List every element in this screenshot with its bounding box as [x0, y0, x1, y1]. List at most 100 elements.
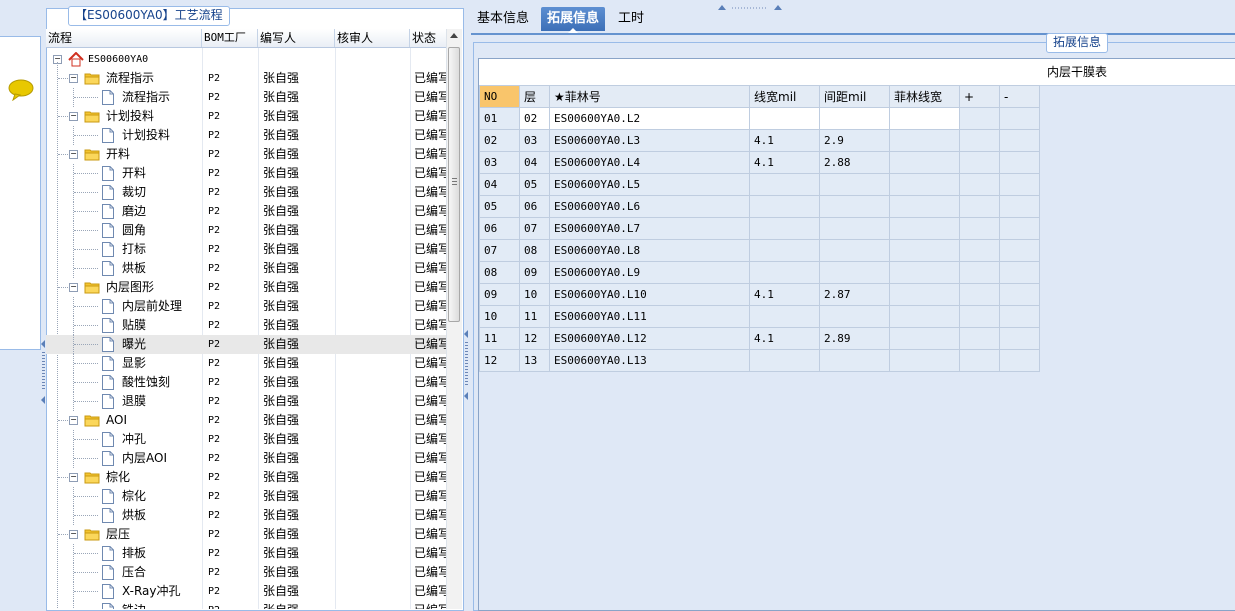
cell-minus[interactable] — [999, 173, 1040, 196]
tree-folder-row[interactable]: − 棕化 P2 张自强 已编写 — [46, 468, 446, 487]
cell-minus[interactable] — [999, 349, 1040, 372]
cell-minus[interactable] — [999, 107, 1040, 130]
tree-scrollbar[interactable] — [446, 29, 462, 609]
tree-node[interactable]: − 开料 — [46, 145, 201, 164]
cell-spacing[interactable]: 2.87 — [819, 283, 890, 306]
cell-minus[interactable] — [999, 129, 1040, 152]
tree-node[interactable]: − 内层图形 — [46, 278, 201, 297]
tree-node[interactable]: − 层压 — [46, 525, 201, 544]
cell-layer[interactable]: 11 — [519, 305, 550, 328]
column-header-spacing[interactable]: 间距mil — [819, 85, 890, 108]
cell-film-no[interactable]: ES00600YA0.L2 — [549, 107, 750, 130]
table-row[interactable]: 08 09 ES00600YA0.L9 — [479, 261, 1040, 284]
collapse-toggle[interactable]: − — [69, 150, 78, 159]
tree-node[interactable]: 棕化 — [46, 487, 201, 506]
cell-plus[interactable] — [959, 261, 1000, 284]
cell-film-line-width[interactable] — [889, 195, 960, 218]
cell-spacing[interactable]: 2.9 — [819, 129, 890, 152]
cell-plus[interactable] — [959, 107, 1000, 130]
column-header-no[interactable]: NO — [479, 85, 520, 108]
tree-node[interactable]: − AOI — [46, 411, 201, 430]
tree-node[interactable]: 圆角 — [46, 221, 201, 240]
tree-folder-row[interactable]: − 计划投料 P2 张自强 已编写 — [46, 107, 446, 126]
cell-layer[interactable]: 07 — [519, 217, 550, 240]
cell-plus[interactable] — [959, 305, 1000, 328]
cell-line-width[interactable] — [749, 195, 820, 218]
cell-film-line-width[interactable] — [889, 239, 960, 262]
cell-no[interactable]: 05 — [479, 195, 520, 218]
tree-node-row[interactable]: 酸性蚀刻 P2 张自强 已编写 — [46, 373, 446, 392]
tree-node-row[interactable]: 压合 P2 张自强 已编写 — [46, 563, 446, 582]
table-row[interactable]: 11 12 ES00600YA0.L12 4.1 2.89 — [479, 327, 1040, 350]
cell-layer[interactable]: 12 — [519, 327, 550, 350]
collapse-toggle[interactable]: − — [69, 74, 78, 83]
cell-spacing[interactable]: 2.89 — [819, 327, 890, 350]
column-header-minus[interactable]: - — [999, 85, 1040, 108]
tab-extended-info[interactable]: 拓展信息 — [541, 7, 606, 33]
tree-node-row[interactable]: 棕化 P2 张自强 已编写 — [46, 487, 446, 506]
cell-minus[interactable] — [999, 305, 1040, 328]
cell-film-line-width[interactable] — [889, 173, 960, 196]
column-header-flow[interactable]: 流程 — [46, 29, 202, 47]
cell-film-line-width[interactable] — [889, 283, 960, 306]
tree-node-row[interactable]: 内层前处理 P2 张自强 已编写 — [46, 297, 446, 316]
top-splitter[interactable] — [716, 0, 784, 10]
tree-node-row[interactable]: 裁切 P2 张自强 已编写 — [46, 183, 446, 202]
tree-folder-row[interactable]: − 层压 P2 张自强 已编写 — [46, 525, 446, 544]
tab-work-time[interactable]: 工时 — [612, 7, 650, 31]
tree-folder-row[interactable]: − 内层图形 P2 张自强 已编写 — [46, 278, 446, 297]
tree-node[interactable]: − 棕化 — [46, 468, 201, 487]
cell-layer[interactable]: 02 — [519, 107, 550, 130]
cell-no[interactable]: 09 — [479, 283, 520, 306]
column-header-film-line-width[interactable]: 菲林线宽 — [889, 85, 960, 108]
tree-node[interactable]: 烘板 — [46, 506, 201, 525]
cell-film-line-width[interactable] — [889, 305, 960, 328]
column-header-writer[interactable]: 编写人 — [258, 29, 335, 47]
tree-node[interactable]: 排板 — [46, 544, 201, 563]
cell-film-no[interactable]: ES00600YA0.L13 — [549, 349, 750, 372]
tree-folder-row[interactable]: − 开料 P2 张自强 已编写 — [46, 145, 446, 164]
cell-no[interactable]: 07 — [479, 239, 520, 262]
column-header-plus[interactable]: + — [959, 85, 1000, 108]
tree-node-row[interactable]: 排板 P2 张自强 已编写 — [46, 544, 446, 563]
cell-spacing[interactable] — [819, 217, 890, 240]
tree-node-row[interactable]: 磨边 P2 张自强 已编写 — [46, 202, 446, 221]
tree-node[interactable]: 压合 — [46, 563, 201, 582]
cell-minus[interactable] — [999, 151, 1040, 174]
cell-spacing[interactable] — [819, 349, 890, 372]
tree-node-row[interactable]: 退膜 P2 张自强 已编写 — [46, 392, 446, 411]
tree-node-row[interactable]: 铣边 P2 张自强 已编写 — [46, 601, 446, 609]
cell-film-line-width[interactable] — [889, 261, 960, 284]
cell-minus[interactable] — [999, 217, 1040, 240]
tree-node-row[interactable]: 烘板 P2 张自强 已编写 — [46, 259, 446, 278]
cell-spacing[interactable] — [819, 305, 890, 328]
table-row[interactable]: 12 13 ES00600YA0.L13 — [479, 349, 1040, 372]
tree-node-row[interactable]: 冲孔 P2 张自强 已编写 — [46, 430, 446, 449]
cell-film-no[interactable]: ES00600YA0.L8 — [549, 239, 750, 262]
collapse-toggle[interactable]: − — [69, 283, 78, 292]
cell-layer[interactable]: 09 — [519, 261, 550, 284]
cell-film-line-width[interactable] — [889, 217, 960, 240]
cell-spacing[interactable] — [819, 107, 890, 130]
cell-plus[interactable] — [959, 283, 1000, 306]
tree-node[interactable]: 显影 — [46, 354, 201, 373]
tree-node-row[interactable]: 计划投料 P2 张自强 已编写 — [46, 126, 446, 145]
cell-no[interactable]: 06 — [479, 217, 520, 240]
cell-no[interactable]: 02 — [479, 129, 520, 152]
table-row[interactable]: 09 10 ES00600YA0.L10 4.1 2.87 — [479, 283, 1040, 306]
column-header-film-no[interactable]: ★菲林号 — [549, 85, 750, 108]
cell-line-width[interactable] — [749, 349, 820, 372]
tree-node-row[interactable]: 内层AOI P2 张自强 已编写 — [46, 449, 446, 468]
collapse-toggle[interactable]: − — [69, 112, 78, 121]
cell-line-width[interactable] — [749, 217, 820, 240]
tree-node-row[interactable]: 曝光 P2 张自强 已编写 — [46, 335, 446, 354]
column-header-status[interactable]: 状态 — [410, 29, 446, 47]
cell-line-width[interactable] — [749, 107, 820, 130]
tree-node[interactable]: 退膜 — [46, 392, 201, 411]
cell-plus[interactable] — [959, 217, 1000, 240]
tree-node-row[interactable]: 圆角 P2 张自强 已编写 — [46, 221, 446, 240]
tree-node[interactable]: 流程指示 — [46, 88, 201, 107]
tree-node[interactable]: − 流程指示 — [46, 69, 201, 88]
cell-film-line-width[interactable] — [889, 349, 960, 372]
table-row[interactable]: 03 04 ES00600YA0.L4 4.1 2.88 — [479, 151, 1040, 174]
